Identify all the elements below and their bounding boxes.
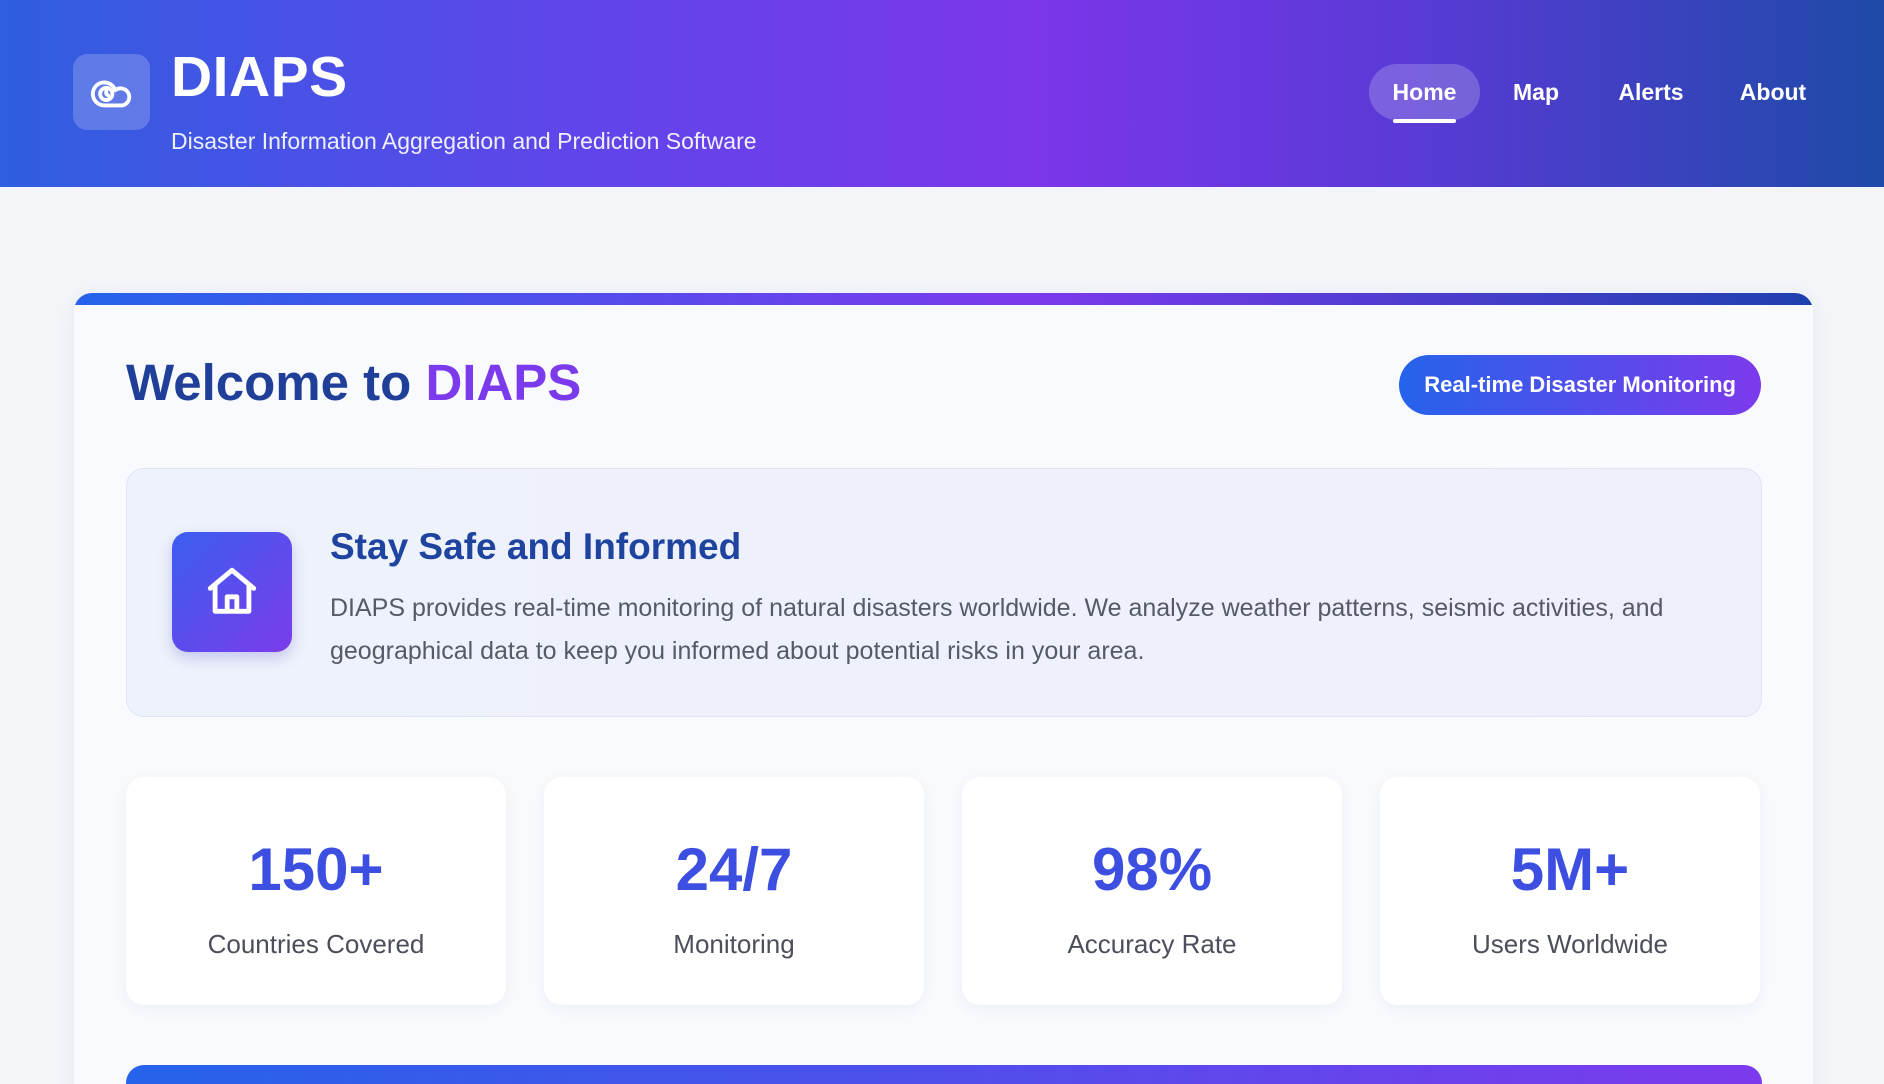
realtime-monitoring-badge[interactable]: Real-time Disaster Monitoring	[1399, 355, 1761, 415]
welcome-prefix: Welcome to	[126, 354, 412, 411]
welcome-brand: DIAPS	[425, 354, 582, 411]
logo[interactable]	[73, 54, 150, 130]
stat-label: Monitoring	[673, 929, 795, 959]
next-section-bar	[126, 1065, 1762, 1084]
stat-value: 5M+	[1510, 836, 1630, 903]
nav-home-label: Home	[1392, 79, 1457, 105]
stat-value: 150+	[248, 836, 384, 903]
home-icon	[207, 567, 257, 614]
stat-label: Users Worldwide	[1471, 929, 1668, 959]
info-description: DIAPS provides real-time monitoring of n…	[330, 594, 1664, 665]
stat-label: Accuracy Rate	[1067, 929, 1237, 959]
stat-card-monitoring: 24/7 Monitoring	[544, 777, 924, 1005]
cloud-clock-icon	[90, 80, 131, 108]
nav-map[interactable]: Map	[1501, 64, 1571, 120]
nav-map-label: Map	[1513, 79, 1559, 105]
stat-card-accuracy: 98% Accuracy Rate	[962, 777, 1342, 1005]
stat-card-countries: 150+ Countries Covered	[126, 777, 506, 1005]
welcome-heading: Welcome to DIAPS	[126, 353, 581, 412]
nav-about-label: About	[1739, 79, 1807, 105]
info-icon-box	[172, 532, 292, 652]
info-panel: Stay Safe and Informed DIAPS provides re…	[126, 468, 1762, 717]
nav-active-indicator	[1393, 119, 1456, 123]
app-title: DIAPS	[171, 45, 348, 109]
nav-alerts[interactable]: Alerts	[1611, 64, 1691, 120]
welcome-card: Welcome to DIAPS Real-time Disaster Moni…	[74, 293, 1813, 1084]
stat-value: 24/7	[675, 836, 793, 903]
stat-label: Countries Covered	[207, 929, 425, 959]
card-accent-bar	[74, 293, 1813, 305]
nav-about[interactable]: About	[1731, 64, 1815, 120]
nav-alerts-label: Alerts	[1618, 79, 1684, 105]
stat-value: 98%	[1091, 836, 1213, 903]
info-title: Stay Safe and Informed	[330, 526, 742, 567]
nav-home[interactable]: Home	[1369, 64, 1480, 123]
app-subtitle: Disaster Information Aggregation and Pre…	[171, 128, 757, 154]
stat-card-users: 5M+ Users Worldwide	[1380, 777, 1760, 1005]
app-header: DIAPS Disaster Information Aggregation a…	[0, 0, 1884, 187]
